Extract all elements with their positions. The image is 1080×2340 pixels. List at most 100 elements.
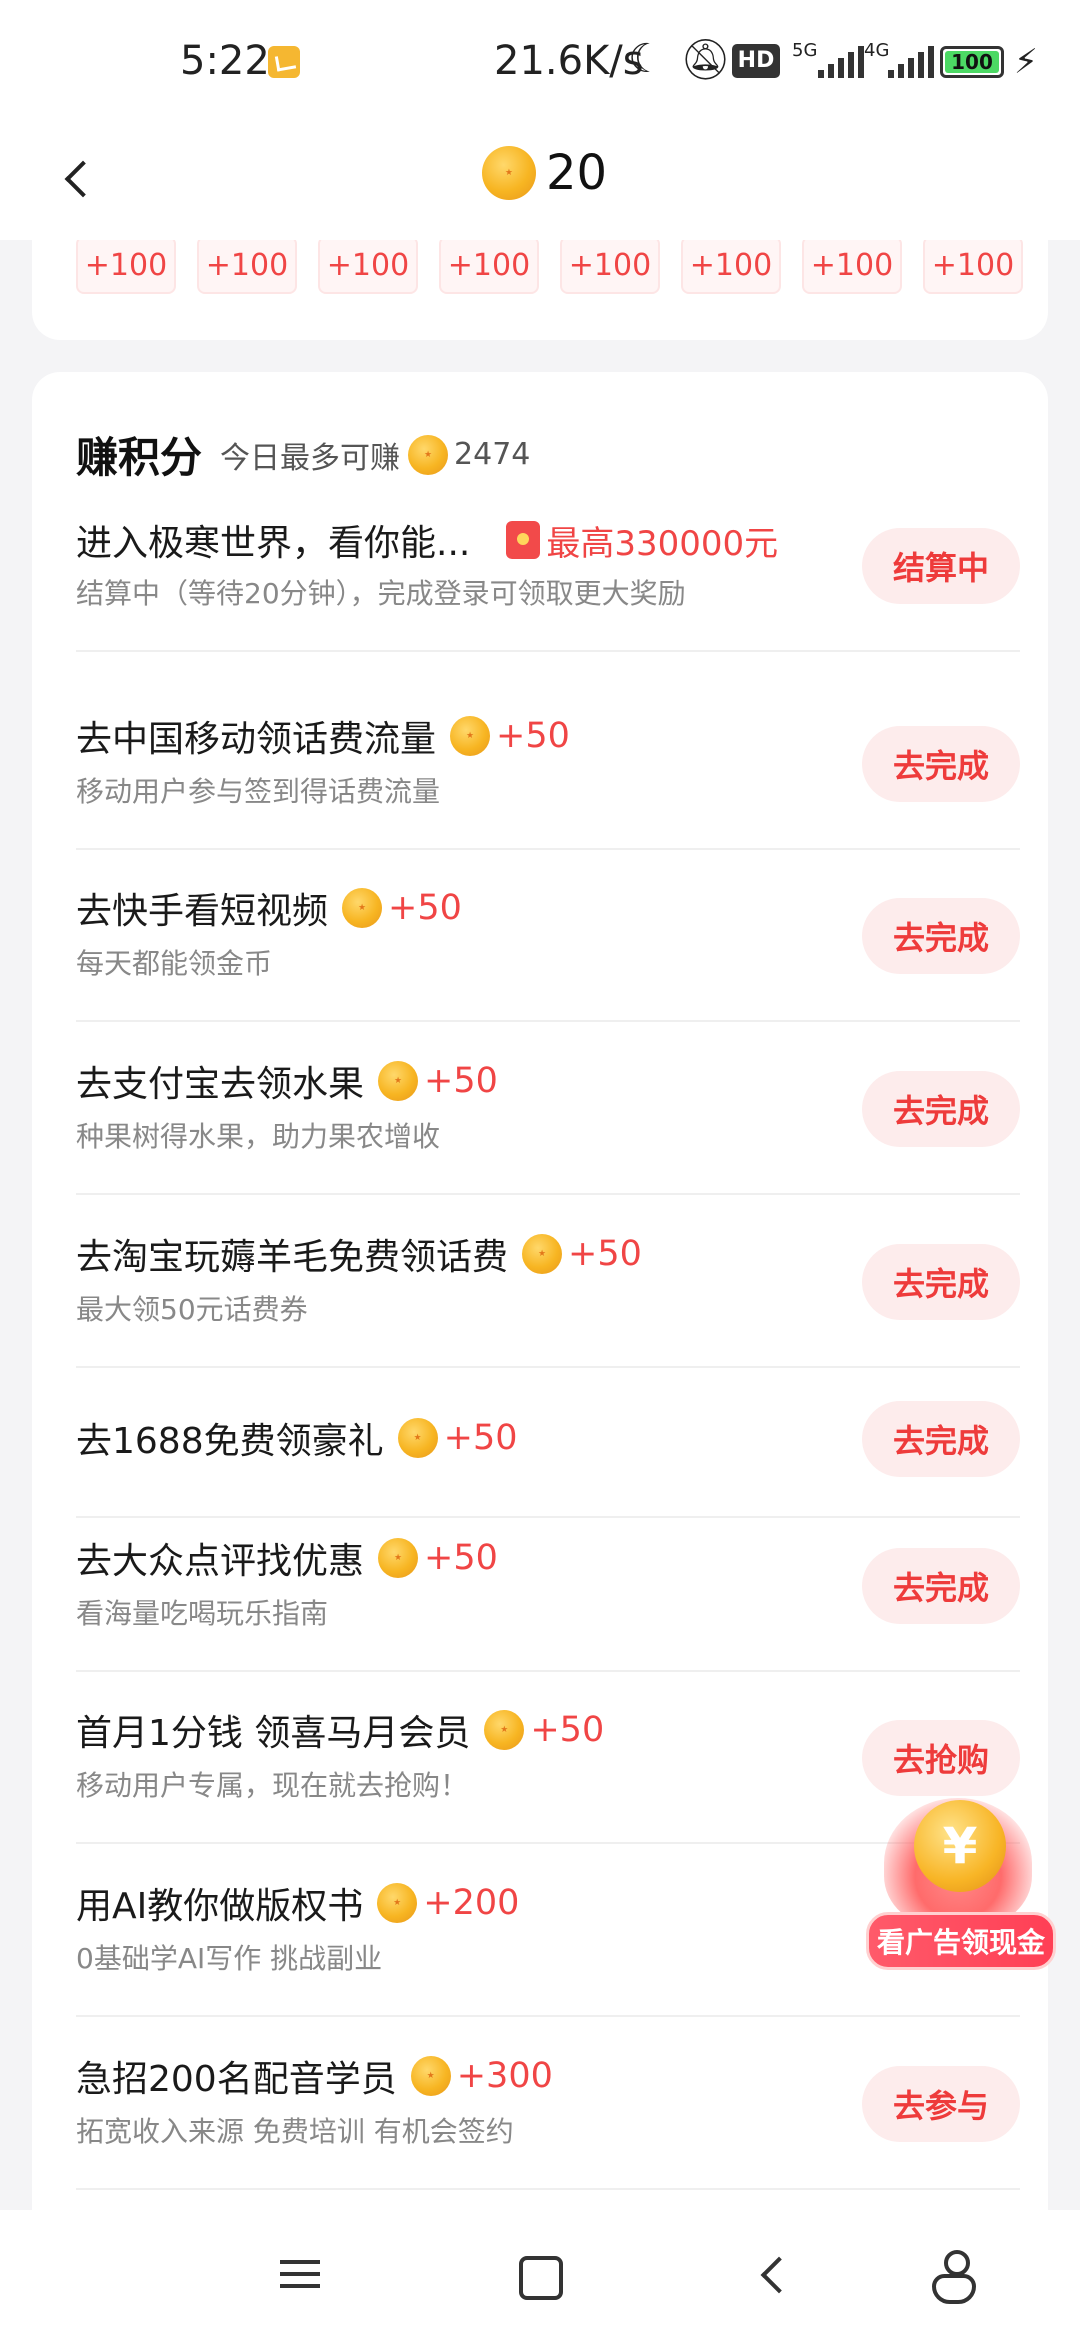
hd-voice-icon: HD — [732, 44, 780, 78]
coin-icon — [378, 1061, 419, 1101]
task-action-button[interactable]: 去抢购 — [862, 1720, 1020, 1796]
task-title-row: 用AI教你做版权书 +200 — [76, 1877, 519, 1929]
task-desc: 看海量吃喝玩乐指南 — [76, 1597, 329, 1630]
divider — [76, 848, 1020, 850]
task-reward: +50 — [568, 1234, 642, 1274]
task-desc: 最大领50元话费券 — [76, 1293, 308, 1326]
task-desc: 每天都能领金币 — [76, 947, 273, 980]
red-envelope-icon — [506, 521, 541, 559]
task-action-button[interactable]: 去参与 — [862, 2066, 1020, 2142]
task-title-row: 去1688免费领豪礼 +50 — [76, 1412, 518, 1464]
task-item: 去快手看短视频 +50 每天都能领金币 去完成 — [76, 882, 1020, 1042]
task-title-row: 去快手看短视频 +50 — [76, 882, 462, 934]
battery-icon: 100 — [940, 46, 1004, 78]
home-square-icon[interactable] — [503, 2240, 573, 2310]
task-action-button[interactable]: 去完成 — [862, 726, 1020, 802]
task-title: 用AI教你做版权书 — [76, 1886, 364, 1927]
earn-points-card: 赚积分 今日最多可赚 2474 进入极寒世界，看你能... 最高330000元 … — [32, 372, 1048, 2272]
do-not-disturb-icon: ☾ — [628, 36, 664, 82]
coin-icon — [482, 146, 536, 200]
charging-icon: ⚡︎ — [1014, 42, 1038, 82]
watch-ad-label[interactable]: 看广告领现金 — [866, 1912, 1056, 1970]
section-title: 赚积分 — [76, 433, 203, 482]
coin-icon — [397, 1418, 438, 1458]
network-speed: 21.6K/s — [494, 38, 644, 84]
coin-balance: 20 — [482, 145, 607, 201]
assistant-icon[interactable] — [920, 2240, 990, 2310]
task-desc: 结算中（等待20分钟），完成登录可领取更大奖励 — [76, 577, 686, 610]
divider — [76, 1516, 1020, 1518]
coin-icon — [450, 716, 491, 756]
task-item: 进入极寒世界，看你能... 最高330000元 结算中（等待20分钟），完成登录… — [76, 512, 1020, 652]
system-nav-bar — [0, 2210, 1080, 2340]
task-reward: +50 — [530, 1710, 605, 1750]
task-desc: 种果树得水果，助力果农增收 — [76, 1120, 441, 1153]
section-subtitle: 今日最多可赚 — [220, 440, 401, 476]
task-title-row: 首月1分钱 领喜马月会员 +50 — [76, 1704, 604, 1756]
signal-icon — [818, 46, 864, 78]
task-title: 去1688免费领豪礼 — [76, 1421, 384, 1462]
task-reward: +50 — [496, 716, 570, 756]
task-item: 去支付宝去领水果 +50 种果树得水果，助力果农增收 去完成 — [76, 1055, 1020, 1215]
task-title: 首月1分钱 领喜马月会员 — [76, 1713, 471, 1754]
task-action-button[interactable]: 去完成 — [862, 1548, 1020, 1624]
divider — [76, 1020, 1020, 1022]
checkin-day-pill: +100 — [76, 236, 176, 294]
menu-icon[interactable] — [266, 2240, 336, 2310]
coin-icon — [484, 1710, 525, 1750]
page-header: 20 — [0, 120, 1080, 240]
task-title-row: 急招200名配音学员 +300 — [76, 2050, 553, 2102]
task-item: 去淘宝玩薅羊毛免费领话费 +50 最大领50元话费券 去完成 — [76, 1228, 1020, 1388]
divider — [76, 2015, 1020, 2017]
task-title: 去支付宝去领水果 — [76, 1064, 365, 1105]
earn-section-header: 赚积分 今日最多可赚 2474 — [76, 424, 530, 485]
task-action-button[interactable]: 去完成 — [862, 1244, 1020, 1320]
back-triangle-icon[interactable] — [740, 2240, 810, 2310]
battery-level: 100 — [945, 51, 999, 73]
task-item: 去大众点评找优惠 +50 看海量吃喝玩乐指南 去完成 — [76, 1532, 1020, 1692]
task-max-reward: 最高330000元 — [546, 523, 779, 564]
divider — [76, 1670, 1020, 1672]
sim1-network-label: 5G — [792, 40, 818, 61]
sim2-network-label: 4G — [864, 40, 890, 61]
status-time: 5:22 — [180, 38, 270, 84]
task-action-button[interactable]: 去完成 — [862, 898, 1020, 974]
task-desc: 0基础学AI写作 挑战副业 — [76, 1942, 383, 1975]
task-title-row: 去支付宝去领水果 +50 — [76, 1055, 498, 1107]
back-arrow-icon[interactable] — [56, 150, 116, 210]
notes-app-icon — [268, 46, 300, 78]
divider — [76, 1366, 1020, 1368]
yuan-coin-icon: ¥ — [914, 1800, 1006, 1892]
task-item: 去1688免费领豪礼 +50 去完成 — [76, 1401, 1020, 1522]
task-desc: 移动用户参与签到得话费流量 — [76, 775, 441, 808]
task-title-row: 去大众点评找优惠 +50 — [76, 1532, 498, 1584]
coin-icon — [378, 1538, 419, 1578]
status-bar: 5:22 21.6K/s ☾ 🔕︎ HD 5G 4G 100 ⚡︎ — [0, 0, 1080, 120]
task-item: 急招200名配音学员 +300 拓宽收入来源 免费培训 有机会签约 去参与 — [76, 2050, 1020, 2210]
task-title: 急招200名配音学员 — [76, 2059, 397, 2100]
task-action-button[interactable]: 去完成 — [862, 1401, 1020, 1477]
coin-icon — [377, 1883, 418, 1923]
coin-icon — [410, 2056, 451, 2096]
checkin-day-pill: +100 — [681, 236, 781, 294]
coin-icon — [408, 434, 449, 475]
checkin-reward-row: +100 +100 +100 +100 +100 +100 +100 +100 — [76, 236, 1023, 294]
task-item: 去中国移动领话费流量 +50 移动用户参与签到得话费流量 去完成 — [76, 710, 1020, 870]
task-reward: +50 — [424, 1061, 498, 1101]
divider — [76, 1193, 1020, 1195]
task-reward: +200 — [423, 1883, 520, 1923]
max-points: 2474 — [454, 437, 531, 472]
checkin-day-pill: +100 — [439, 236, 539, 294]
checkin-day-pill: +100 — [197, 236, 297, 294]
task-reward: +300 — [456, 2056, 553, 2096]
task-action-button[interactable]: 结算中 — [862, 528, 1020, 604]
task-title-row: 去中国移动领话费流量 +50 — [76, 710, 570, 762]
task-reward: +50 — [388, 888, 462, 928]
checkin-day-pill: +100 — [318, 236, 418, 294]
watch-ad-cash-widget[interactable]: ¥ 看广告领现金 — [866, 1790, 1056, 1970]
checkin-day-pill: +100 — [560, 236, 660, 294]
task-title: 去快手看短视频 — [76, 891, 329, 932]
task-title: 去大众点评找优惠 — [76, 1541, 365, 1582]
task-desc: 拓宽收入来源 免费培训 有机会签约 — [76, 2115, 514, 2148]
task-action-button[interactable]: 去完成 — [862, 1071, 1020, 1147]
